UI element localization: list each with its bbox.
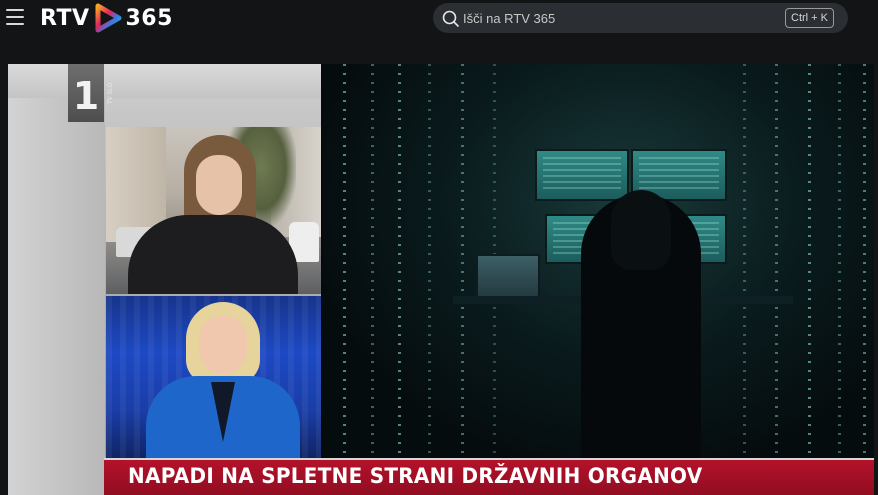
monitor-screen — [535, 149, 629, 201]
video-player[interactable]: 1 TV SLO NAPADI NA SPLETNE STRANI DRŽAVN… — [8, 64, 874, 495]
channel-number: 1 — [72, 74, 100, 118]
hacker-illustration — [323, 64, 874, 459]
play-triangle-icon — [95, 3, 121, 33]
keyboard-shortcut-badge: Ctrl + K — [785, 8, 834, 28]
channel-tag: TV SLO — [108, 82, 114, 104]
hamburger-menu-icon[interactable] — [6, 9, 24, 25]
logo-rtv-text: RTV — [40, 5, 90, 31]
search-bar[interactable]: Ctrl + K — [433, 3, 848, 33]
news-ticker: NAPADI NA SPLETNE STRANI DRŽAVNIH ORGANO… — [104, 458, 874, 495]
hooded-figure — [581, 190, 701, 459]
logo-365-text: 365 — [125, 5, 173, 31]
search-icon — [442, 10, 459, 27]
channel-logo: 1 — [68, 64, 104, 122]
search-input[interactable] — [463, 3, 793, 33]
rtv365-logo[interactable]: RTV 365 — [40, 3, 173, 33]
anchor-video-panel — [106, 296, 321, 458]
ticker-headline: NAPADI NA SPLETNE STRANI DRŽAVNIH ORGANO… — [128, 464, 703, 488]
laptop — [476, 254, 540, 298]
reporter-video-panel — [106, 127, 321, 294]
top-bar: RTV 365 Ctrl + K — [0, 0, 878, 38]
